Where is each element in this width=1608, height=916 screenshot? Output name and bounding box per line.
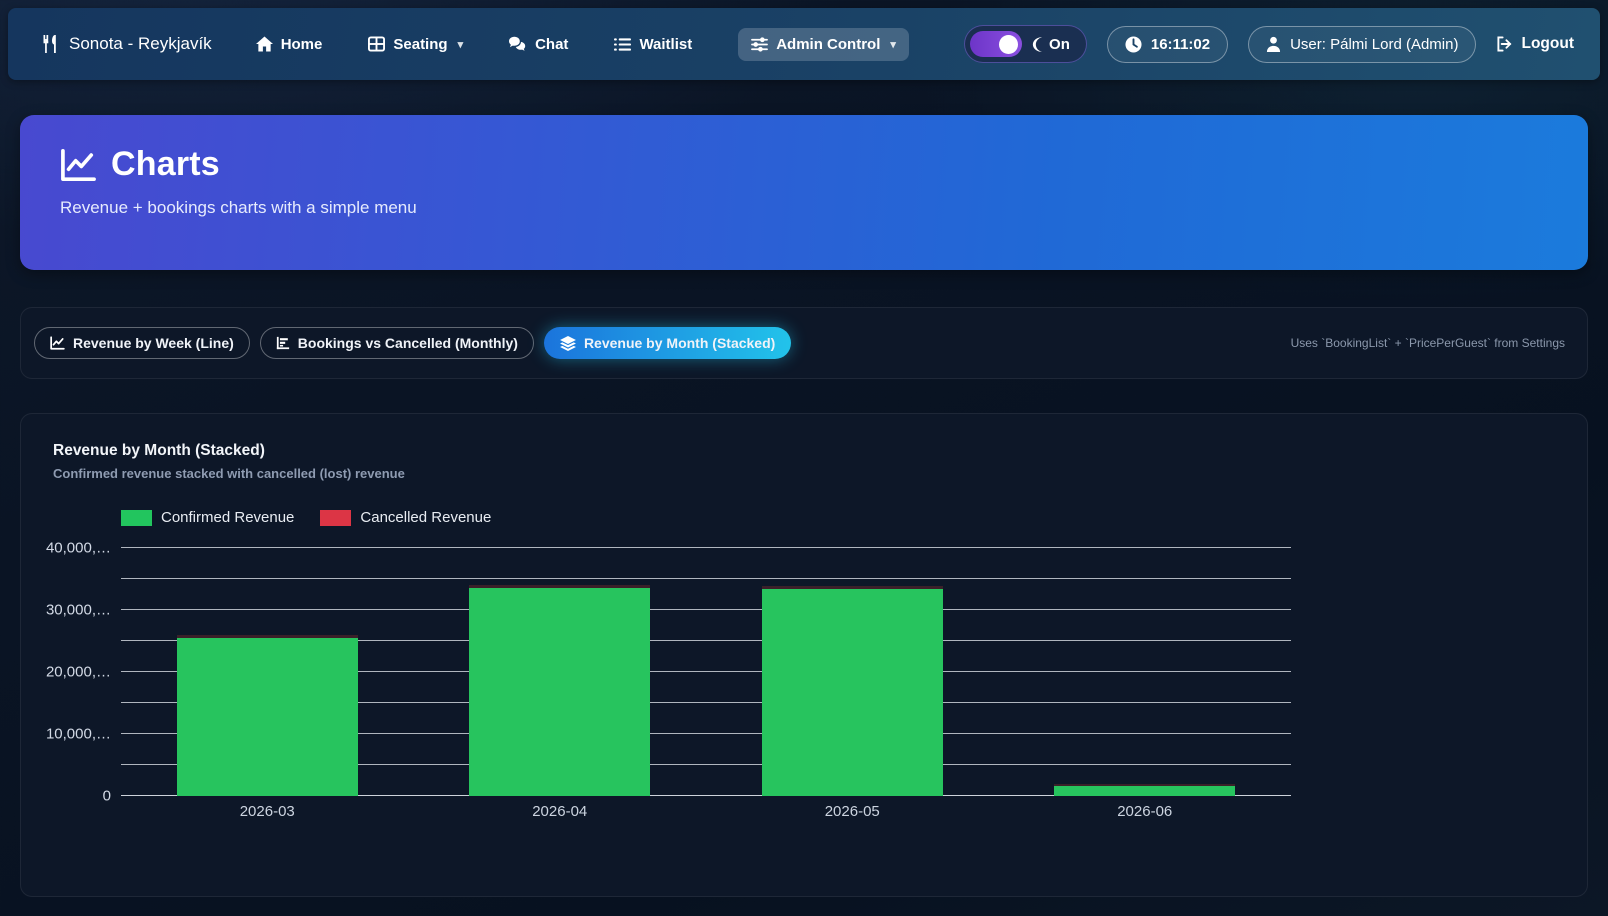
toggle-switch[interactable] — [970, 31, 1022, 57]
logout-label: Logout — [1521, 35, 1574, 53]
bar-segment[interactable] — [1054, 784, 1235, 786]
clock-icon — [1125, 36, 1142, 53]
chart-region: Confirmed Revenue Cancelled Revenue 010,0… — [121, 509, 1555, 820]
chevron-down-icon: ▾ — [890, 38, 896, 51]
nav-chat-label: Chat — [535, 36, 568, 53]
stacked-bar[interactable] — [1054, 548, 1235, 796]
bar-segment[interactable] — [469, 588, 650, 796]
y-tick-label: 40,000,… — [46, 540, 111, 557]
moon-icon — [1031, 37, 1044, 52]
y-tick-label: 10,000,… — [46, 726, 111, 743]
bar-slot — [999, 548, 1292, 796]
brand[interactable]: Sonota - Reykjavík — [42, 34, 212, 54]
user-icon — [1266, 36, 1281, 52]
brand-label: Sonota - Reykjavík — [69, 34, 212, 54]
nav-admin-control[interactable]: Admin Control ▾ — [738, 28, 909, 61]
nav-seating-label: Seating — [393, 36, 447, 53]
chart-card: Revenue by Month (Stacked) Confirmed rev… — [20, 413, 1588, 897]
table-grid-icon — [368, 36, 385, 52]
home-icon — [256, 36, 273, 52]
toggle-knob — [999, 35, 1018, 54]
logout-icon — [1496, 36, 1513, 52]
sliders-icon — [751, 37, 768, 52]
button-bookings-vs-cancelled[interactable]: Bookings vs Cancelled (Monthly) — [260, 327, 534, 359]
y-tick-label: 0 — [103, 788, 111, 805]
line-chart-icon — [50, 336, 65, 350]
button-revenue-by-month[interactable]: Revenue by Month (Stacked) — [544, 327, 791, 359]
bar-segment[interactable] — [469, 585, 650, 588]
button-label: Revenue by Month (Stacked) — [584, 335, 775, 351]
navbar: Sonota - Reykjavík Home Seating ▾ — [8, 8, 1600, 80]
nav-chat[interactable]: Chat — [509, 36, 568, 53]
nav-home[interactable]: Home — [256, 36, 323, 53]
navbar-right: On 16:11:02 User: Pálmi Lord (Admin) Log… — [964, 25, 1574, 63]
bar-segment[interactable] — [177, 635, 358, 638]
bar-segment[interactable] — [1054, 786, 1235, 796]
bar-segment[interactable] — [762, 586, 943, 588]
legend-swatch — [320, 510, 351, 526]
legend-swatch — [121, 510, 152, 526]
user-badge: User: Pálmi Lord (Admin) — [1248, 26, 1476, 63]
toggle-label: On — [1031, 36, 1070, 53]
stacked-bar[interactable] — [177, 548, 358, 796]
logout-button[interactable]: Logout — [1496, 35, 1574, 53]
user-name-text: User: Pálmi Lord (Admin) — [1290, 36, 1458, 53]
settings-note: Uses `BookingList` + `PricePerGuest` fro… — [1291, 336, 1565, 350]
x-tick-label: 2026-06 — [999, 803, 1292, 820]
page-title: Charts — [111, 145, 220, 184]
nav-seating[interactable]: Seating ▾ — [368, 36, 463, 53]
x-tick-label: 2026-03 — [121, 803, 414, 820]
x-axis-labels: 2026-032026-042026-052026-06 — [121, 803, 1291, 820]
chart-title: Revenue by Month (Stacked) — [53, 442, 1555, 460]
bar-chart-icon — [276, 336, 290, 350]
chart-subtitle: Confirmed revenue stacked with cancelled… — [53, 466, 1555, 481]
chart-menu-card: Revenue by Week (Line) Bookings vs Cance… — [20, 307, 1588, 379]
bar-segment[interactable] — [177, 638, 358, 796]
button-label: Bookings vs Cancelled (Monthly) — [298, 335, 518, 351]
nav-items: Home Seating ▾ Chat — [256, 28, 909, 61]
legend-label: Confirmed Revenue — [161, 509, 294, 526]
chart-legend: Confirmed Revenue Cancelled Revenue — [121, 509, 1555, 526]
bar-slot — [414, 548, 707, 796]
bar-slot — [121, 548, 414, 796]
y-tick-label: 20,000,… — [46, 664, 111, 681]
x-tick-label: 2026-05 — [706, 803, 999, 820]
utensils-icon — [42, 34, 59, 54]
y-tick-label: 30,000,… — [46, 602, 111, 619]
stacked-bar[interactable] — [469, 548, 650, 796]
list-icon — [614, 37, 631, 52]
bar-slot — [706, 548, 999, 796]
chart-line-icon — [60, 148, 97, 182]
clock-time: 16:11:02 — [1151, 36, 1210, 53]
legend-label: Cancelled Revenue — [360, 509, 491, 526]
button-label: Revenue by Week (Line) — [73, 335, 234, 351]
button-revenue-by-week[interactable]: Revenue by Week (Line) — [34, 327, 250, 359]
layers-icon — [560, 336, 576, 351]
nav-home-label: Home — [281, 36, 323, 53]
legend-item[interactable]: Confirmed Revenue — [121, 509, 294, 526]
stacked-bar[interactable] — [762, 548, 943, 796]
x-tick-label: 2026-04 — [414, 803, 707, 820]
nav-waitlist-label: Waitlist — [639, 36, 692, 53]
legend-item[interactable]: Cancelled Revenue — [320, 509, 491, 526]
dark-mode-toggle[interactable]: On — [964, 25, 1087, 63]
page-subtitle: Revenue + bookings charts with a simple … — [60, 198, 1548, 218]
chat-icon — [509, 36, 527, 52]
nav-waitlist[interactable]: Waitlist — [614, 36, 692, 53]
chart-menu-buttons: Revenue by Week (Line) Bookings vs Cance… — [34, 327, 791, 359]
nav-admin-label: Admin Control — [776, 36, 880, 53]
toggle-state-text: On — [1049, 36, 1070, 53]
hero-banner: Charts Revenue + bookings charts with a … — [20, 115, 1588, 270]
clock-badge: 16:11:02 — [1107, 26, 1228, 63]
bar-segment[interactable] — [762, 589, 943, 796]
plot-area: 010,000,…20,000,…30,000,…40,000,… — [121, 548, 1291, 796]
chevron-down-icon: ▾ — [458, 38, 464, 51]
